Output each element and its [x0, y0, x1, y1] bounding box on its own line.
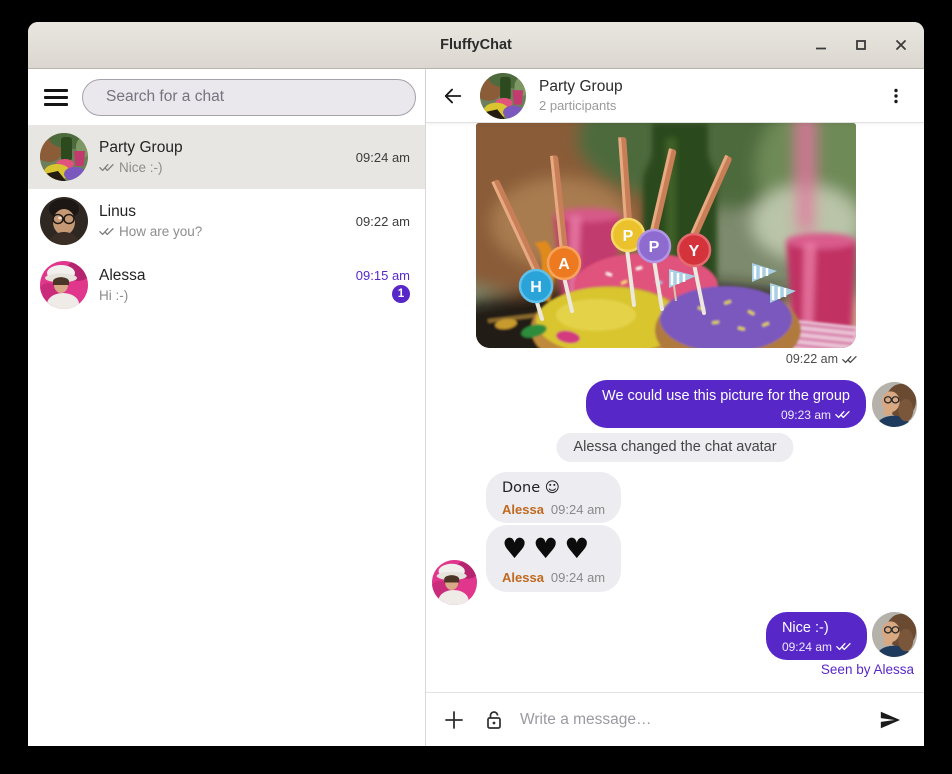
- party-group-avatar[interactable]: [480, 73, 526, 119]
- svg-text:P: P: [623, 228, 634, 245]
- add-attachment-button[interactable]: [434, 700, 474, 740]
- message-text: ♥♥♥: [502, 531, 605, 567]
- read-receipt-icon: [836, 642, 851, 651]
- chat-header: Party Group 2 participants: [426, 69, 924, 123]
- chat-search[interactable]: [82, 79, 416, 116]
- received-message-bubble[interactable]: ♥♥♥ Alessa 09:24 am: [486, 525, 621, 592]
- sender-name: Alessa: [502, 570, 544, 585]
- unread-badge: 1: [392, 285, 410, 303]
- read-receipt-icon: [99, 227, 114, 236]
- own-avatar[interactable]: [872, 382, 917, 427]
- message-list: H A P P Y 09:22 am We could use this pic…: [426, 123, 924, 692]
- window-titlebar: FluffyChat: [28, 22, 924, 69]
- chat-preview: Nice :-): [119, 160, 163, 175]
- svg-text:Y: Y: [689, 243, 700, 260]
- chat-time: 09:15 am: [356, 268, 410, 283]
- party-photo: H A P P Y: [476, 123, 856, 348]
- party-group-avatar: [40, 133, 88, 181]
- message-time: 09:24 am: [551, 570, 605, 585]
- chat-preview: Hi :-): [99, 288, 128, 303]
- encryption-lock-icon[interactable]: [474, 700, 514, 740]
- message-input[interactable]: [514, 711, 870, 729]
- chat-name: Alessa: [99, 267, 345, 285]
- sent-message-bubble[interactable]: Nice :-) 09:24 am: [766, 612, 867, 660]
- seen-by-status: Seen by Alessa: [821, 662, 914, 677]
- read-receipt-icon: [835, 410, 850, 419]
- chat-subtitle: 2 participants: [539, 98, 623, 113]
- sender-name: Alessa: [502, 502, 544, 517]
- message-time: 09:24 am: [551, 502, 605, 517]
- photo-message[interactable]: H A P P Y: [476, 123, 856, 348]
- more-options-icon[interactable]: [882, 82, 910, 110]
- chat-time: 09:24 am: [356, 150, 410, 165]
- read-receipt-icon: [99, 163, 114, 172]
- chat-list-item-alessa[interactable]: Alessa Hi :-) 09:15 am 1: [28, 253, 425, 317]
- svg-text:P: P: [649, 239, 660, 256]
- message-time: 09:23 am: [781, 408, 831, 422]
- chat-list-item-party-group[interactable]: Party Group Nice :-) 09:24 am: [28, 125, 425, 189]
- send-icon[interactable]: [870, 700, 910, 740]
- linus-avatar: [40, 197, 88, 245]
- menu-icon[interactable]: [44, 87, 68, 108]
- alessa-avatar: [40, 261, 88, 309]
- alessa-avatar[interactable]: [432, 560, 477, 605]
- chat-list-item-linus[interactable]: Linus How are you? 09:22 am: [28, 189, 425, 253]
- search-input[interactable]: [83, 88, 415, 106]
- svg-text:A: A: [558, 256, 570, 273]
- message-text: We could use this picture for the group: [602, 387, 850, 407]
- close-button[interactable]: [887, 32, 914, 59]
- chat-list-sidebar: Party Group Nice :-) 09:24 am Linus: [28, 69, 426, 746]
- photo-message-time: 09:22 am: [786, 352, 857, 366]
- read-receipt-icon: [842, 355, 857, 364]
- chat-title: Party Group: [539, 78, 623, 96]
- window-title: FluffyChat: [440, 37, 512, 53]
- window-controls: [807, 22, 914, 68]
- app-window: FluffyChat: [28, 22, 924, 746]
- chat-time: 09:22 am: [356, 214, 410, 229]
- chat-name: Party Group: [99, 139, 345, 157]
- back-button[interactable]: [439, 82, 467, 110]
- own-avatar[interactable]: [872, 612, 917, 657]
- received-message-bubble[interactable]: Done ☺ Alessa 09:24 am: [486, 472, 621, 523]
- message-text: Done ☺: [502, 479, 605, 499]
- chat-preview: How are you?: [119, 224, 202, 239]
- message-composer: [426, 692, 924, 746]
- svg-text:H: H: [530, 279, 542, 296]
- sent-message-bubble[interactable]: We could use this picture for the group …: [586, 380, 866, 428]
- chat-name: Linus: [99, 203, 345, 221]
- maximize-button[interactable]: [847, 32, 874, 59]
- minimize-button[interactable]: [807, 32, 834, 59]
- state-event-message: Alessa changed the chat avatar: [556, 433, 793, 462]
- chat-pane: Party Group 2 participants: [426, 69, 924, 746]
- message-time: 09:24 am: [782, 640, 832, 654]
- message-text: Nice :-): [782, 619, 851, 639]
